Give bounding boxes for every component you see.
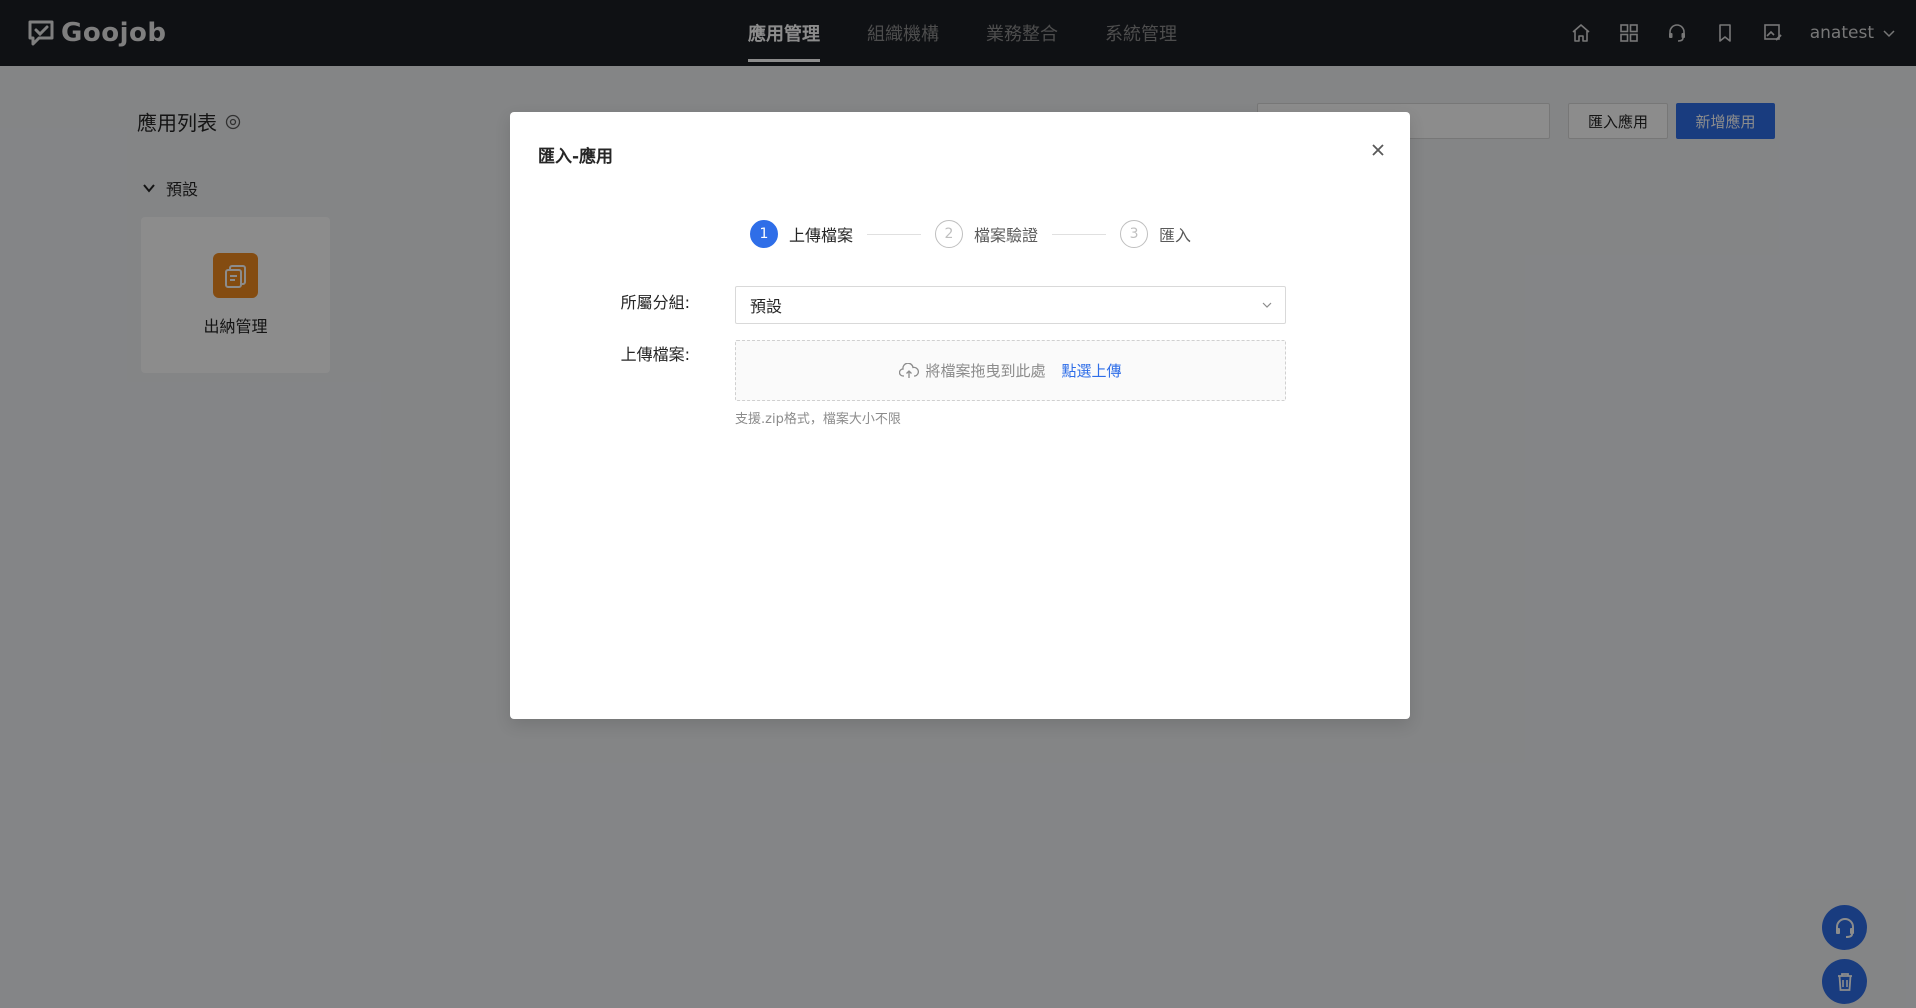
- upload-hint: 支援.zip格式，檔案大小不限: [735, 412, 901, 427]
- upload-field-label: 上傳檔案:: [620, 345, 690, 364]
- steps: 1 上傳檔案 2 檔案驗證 3 匯入: [750, 220, 1191, 248]
- step-label: 上傳檔案: [789, 226, 854, 245]
- group-select-value: 預設: [750, 297, 783, 316]
- group-field-label: 所屬分組:: [620, 293, 690, 312]
- step-divider: [1052, 233, 1107, 235]
- file-dropzone[interactable]: 將檔案拖曳到此處 點選上傳: [735, 340, 1286, 401]
- close-icon[interactable]: [1366, 138, 1390, 162]
- step-number: 2: [935, 220, 964, 248]
- step-upload-file: 1 上傳檔案: [750, 220, 853, 248]
- step-divider: [867, 233, 922, 235]
- cloud-upload-icon: [899, 362, 920, 378]
- step-label: 匯入: [1159, 226, 1192, 245]
- step-label: 檔案驗證: [974, 226, 1039, 245]
- click-upload-link[interactable]: 點選上傳: [1062, 360, 1122, 381]
- step-file-validation: 2 檔案驗證: [935, 220, 1038, 248]
- modal-title: 匯入-應用: [538, 147, 614, 167]
- step-number: 3: [1120, 220, 1149, 248]
- dropzone-text: 將檔案拖曳到此處: [925, 362, 1046, 380]
- step-import: 3 匯入: [1120, 220, 1191, 248]
- chevron-down-icon: [1262, 302, 1272, 308]
- step-number: 1: [750, 220, 778, 248]
- import-app-modal: 匯入-應用 1 上傳檔案 2 檔案驗證 3 匯入 所屬分組: 預設 上傳檔案: …: [510, 112, 1410, 719]
- group-select[interactable]: 預設: [735, 286, 1286, 324]
